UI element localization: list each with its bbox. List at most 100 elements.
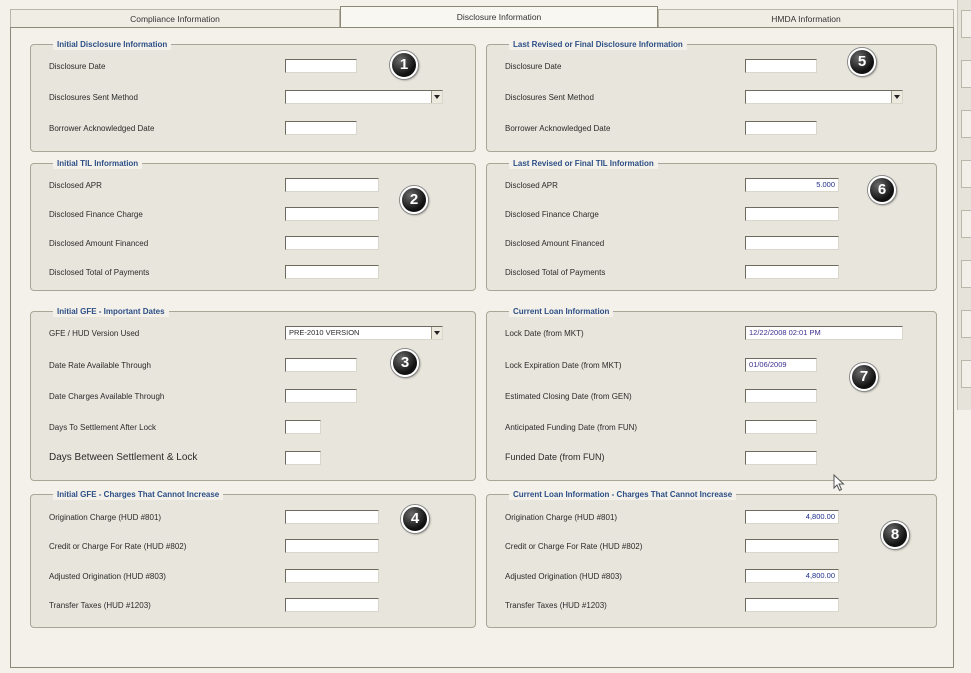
- current-origination-charge-input[interactable]: 4,800.00: [745, 510, 839, 524]
- side-tab[interactable]: [961, 260, 971, 288]
- field-label: Disclosed APR: [505, 181, 558, 190]
- initial-gfe-dates-group: Initial GFE - Important Dates GFE / HUD …: [30, 306, 476, 481]
- group-title: Initial GFE - Charges That Cannot Increa…: [53, 489, 224, 500]
- callout-badge: 6: [868, 176, 896, 204]
- side-tab[interactable]: [961, 160, 971, 188]
- field-label: Borrower Acknowledged Date: [505, 124, 611, 133]
- final-disclosure-group: Last Revised or Final Disclosure Informa…: [486, 39, 937, 152]
- field-label: Disclosed APR: [49, 181, 102, 190]
- field-label: Disclosure Date: [505, 62, 562, 71]
- field-label: Funded Date (from FUN): [505, 452, 605, 462]
- date-charges-available-input[interactable]: [285, 389, 357, 403]
- side-tab[interactable]: [961, 10, 971, 38]
- lock-expiration-date-input[interactable]: 01/06/2009: [745, 358, 817, 372]
- final-borrower-acknowledged-date-input[interactable]: [745, 121, 817, 135]
- disclosure-panel: Initial Disclosure Information Disclosur…: [10, 28, 954, 668]
- callout-badge: 7: [850, 363, 878, 391]
- final-disclosed-amount-financed-input[interactable]: [745, 236, 839, 250]
- field-label: Anticipated Funding Date (from FUN): [505, 423, 638, 432]
- initial-borrower-acknowledged-date-input[interactable]: [285, 121, 357, 135]
- lock-date-input[interactable]: 12/22/2008 02:01 PM: [745, 326, 903, 340]
- estimated-closing-date-input[interactable]: [745, 389, 817, 403]
- final-disclosed-finance-charge-input[interactable]: [745, 207, 839, 221]
- field-label: Estimated Closing Date (from GEN): [505, 392, 632, 401]
- field-label: Lock Expiration Date (from MKT): [505, 361, 622, 370]
- initial-disclosed-apr-input[interactable]: [285, 178, 379, 192]
- current-credit-charge-rate-input[interactable]: [745, 539, 839, 553]
- chevron-down-icon[interactable]: [891, 91, 902, 103]
- callout-badge: 4: [401, 505, 429, 533]
- anticipated-funding-date-input[interactable]: [745, 420, 817, 434]
- current-transfer-taxes-input[interactable]: [745, 598, 839, 612]
- side-tab-strip: [957, 0, 971, 410]
- group-title: Initial GFE - Important Dates: [53, 306, 169, 317]
- initial-gfe-charges-group: Initial GFE - Charges That Cannot Increa…: [30, 489, 476, 628]
- group-title: Last Revised or Final Disclosure Informa…: [509, 39, 687, 50]
- field-label: Adjusted Origination (HUD #803): [505, 572, 622, 581]
- select-value: PRE-2010 VERSION: [289, 328, 360, 337]
- group-title: Initial Disclosure Information: [53, 39, 172, 50]
- side-tab[interactable]: [961, 210, 971, 238]
- days-between-settlement-input[interactable]: [285, 451, 321, 465]
- side-tab[interactable]: [961, 60, 971, 88]
- initial-disclosed-amount-financed-input[interactable]: [285, 236, 379, 250]
- final-til-group: Last Revised or Final TIL Information Di…: [486, 158, 937, 291]
- initial-origination-charge-input[interactable]: [285, 510, 379, 524]
- callout-badge: 1: [390, 51, 418, 79]
- field-label: Lock Date (from MKT): [505, 329, 584, 338]
- final-disclosed-apr-input[interactable]: 5.000: [745, 178, 839, 192]
- initial-adjusted-origination-input[interactable]: [285, 569, 379, 583]
- field-label: Borrower Acknowledged Date: [49, 124, 155, 133]
- initial-disclosure-date-input[interactable]: [285, 59, 357, 73]
- initial-disclosed-total-payments-input[interactable]: [285, 265, 379, 279]
- initial-til-group: Initial TIL Information Disclosed APR Di…: [30, 158, 476, 291]
- field-label: Days To Settlement After Lock: [49, 423, 157, 432]
- current-loan-charges-group: Current Loan Information - Charges That …: [486, 489, 937, 628]
- field-label: Transfer Taxes (HUD #1203): [505, 601, 607, 610]
- side-tab[interactable]: [961, 310, 971, 338]
- current-loan-group: Current Loan Information Lock Date (from…: [486, 306, 937, 481]
- date-rate-available-input[interactable]: [285, 358, 357, 372]
- group-title: Current Loan Information: [509, 306, 614, 317]
- field-label: Disclosed Total of Payments: [505, 268, 606, 277]
- side-tab[interactable]: [961, 110, 971, 138]
- field-label: Disclosure Date: [49, 62, 106, 71]
- gfe-hud-version-select[interactable]: PRE-2010 VERSION: [285, 326, 443, 340]
- callout-badge: 2: [400, 186, 428, 214]
- side-tab[interactable]: [961, 360, 971, 388]
- final-disclosure-date-input[interactable]: [745, 59, 817, 73]
- final-disclosed-total-payments-input[interactable]: [745, 265, 839, 279]
- chevron-down-icon[interactable]: [431, 327, 442, 339]
- callout-badge: 3: [391, 349, 419, 377]
- field-label: Adjusted Origination (HUD #803): [49, 572, 166, 581]
- chevron-down-icon[interactable]: [431, 91, 442, 103]
- initial-disclosure-group: Initial Disclosure Information Disclosur…: [30, 39, 476, 152]
- final-disclosures-sent-method-select[interactable]: [745, 90, 903, 104]
- field-label: Disclosed Amount Financed: [505, 239, 605, 248]
- tab-disclosure-information[interactable]: Disclosure Information: [340, 6, 658, 28]
- group-title: Last Revised or Final TIL Information: [509, 158, 658, 169]
- field-label: Disclosed Amount Financed: [49, 239, 149, 248]
- days-to-settlement-input[interactable]: [285, 420, 321, 434]
- tab-hmda-information[interactable]: HMDA Information: [658, 9, 954, 27]
- initial-disclosed-finance-charge-input[interactable]: [285, 207, 379, 221]
- field-label: Credit or Charge For Rate (HUD #802): [505, 542, 643, 551]
- mouse-pointer-icon: [833, 474, 845, 492]
- field-label: GFE / HUD Version Used: [49, 329, 140, 338]
- current-adjusted-origination-input[interactable]: 4,800.00: [745, 569, 839, 583]
- field-label: Disclosures Sent Method: [49, 93, 138, 102]
- group-title: Initial TIL Information: [53, 158, 143, 169]
- field-label: Disclosures Sent Method: [505, 93, 594, 102]
- group-title: Current Loan Information - Charges That …: [509, 489, 737, 500]
- funded-date-input[interactable]: [745, 451, 817, 465]
- callout-badge: 8: [881, 521, 909, 549]
- initial-disclosures-sent-method-select[interactable]: [285, 90, 443, 104]
- callout-badge: 5: [848, 48, 876, 76]
- field-label: Disclosed Total of Payments: [49, 268, 150, 277]
- field-label: Origination Charge (HUD #801): [505, 513, 618, 522]
- field-label: Date Rate Available Through: [49, 361, 151, 370]
- tab-compliance-information[interactable]: Compliance Information: [10, 9, 340, 27]
- initial-transfer-taxes-input[interactable]: [285, 598, 379, 612]
- initial-credit-charge-rate-input[interactable]: [285, 539, 379, 553]
- field-label: Disclosed Finance Charge: [505, 210, 599, 219]
